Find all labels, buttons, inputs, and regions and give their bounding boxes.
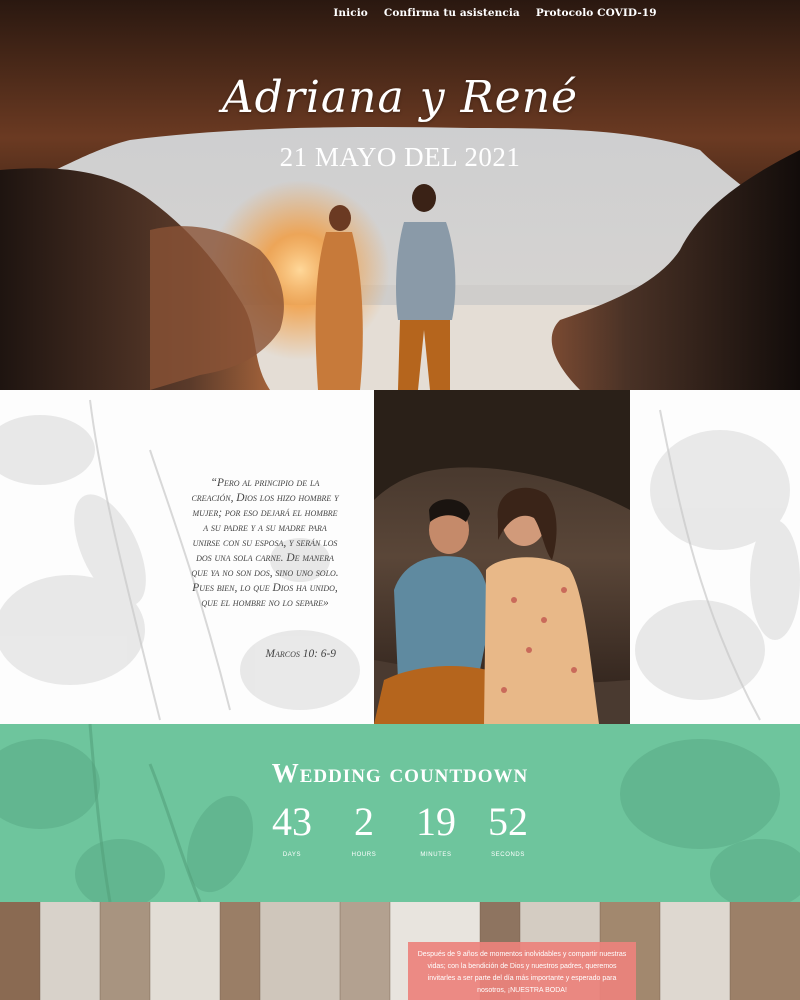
countdown-days-label: DAYS (282, 852, 302, 858)
countdown-seconds-value: 52 (488, 799, 528, 844)
top-navigation: Inicio Confirma tu asistencia Protocolo … (0, 0, 800, 26)
countdown-days-value: 43 (272, 799, 312, 844)
countdown-minutes: 19 MINUTES (413, 798, 459, 858)
invitation-message: Después de 9 años de momentos inolvidabl… (408, 942, 636, 1000)
invitation-section: Después de 9 años de momentos inolvidabl… (0, 902, 800, 1000)
countdown-timer: 43 DAYS 2 HOURS 19 MINUTES 52 SECONDS (0, 798, 800, 858)
nav-link-inicio[interactable]: Inicio (333, 7, 368, 19)
hero-cave-photo (0, 0, 800, 390)
countdown-days: 43 DAYS (269, 798, 315, 858)
countdown-minutes-label: MINUTES (420, 852, 452, 858)
hero-section: Inicio Confirma tu asistencia Protocolo … (0, 0, 800, 390)
countdown-hours-label: HOURS (351, 852, 377, 858)
nav-link-protocolo-covid[interactable]: Protocolo COVID-19 (536, 7, 657, 19)
couple-sitting-photo (374, 390, 630, 724)
wedding-date: 21 MAYO DEL 2021 (279, 142, 521, 172)
bible-quote: “Pero al principio de la creación, Dios … (191, 477, 339, 609)
quote-section: “Pero al principio de la creación, Dios … (0, 390, 800, 724)
countdown-minutes-value: 19 (416, 799, 456, 844)
quote-reference: Marcos 10: 6-9 (265, 648, 336, 660)
countdown-seconds: 52 SECONDS (485, 798, 531, 858)
countdown-section: Wedding countdown 43 DAYS 2 HOURS 19 MIN… (0, 724, 800, 902)
couple-names: Adriana y René (221, 72, 579, 123)
countdown-title: Wedding countdown (271, 758, 529, 788)
countdown-hours: 2 HOURS (341, 798, 387, 858)
countdown-hours-value: 2 (354, 799, 374, 844)
countdown-seconds-label: SECONDS (491, 852, 525, 858)
wood-texture-background (0, 902, 800, 1000)
nav-link-confirma-asistencia[interactable]: Confirma tu asistencia (384, 7, 520, 19)
